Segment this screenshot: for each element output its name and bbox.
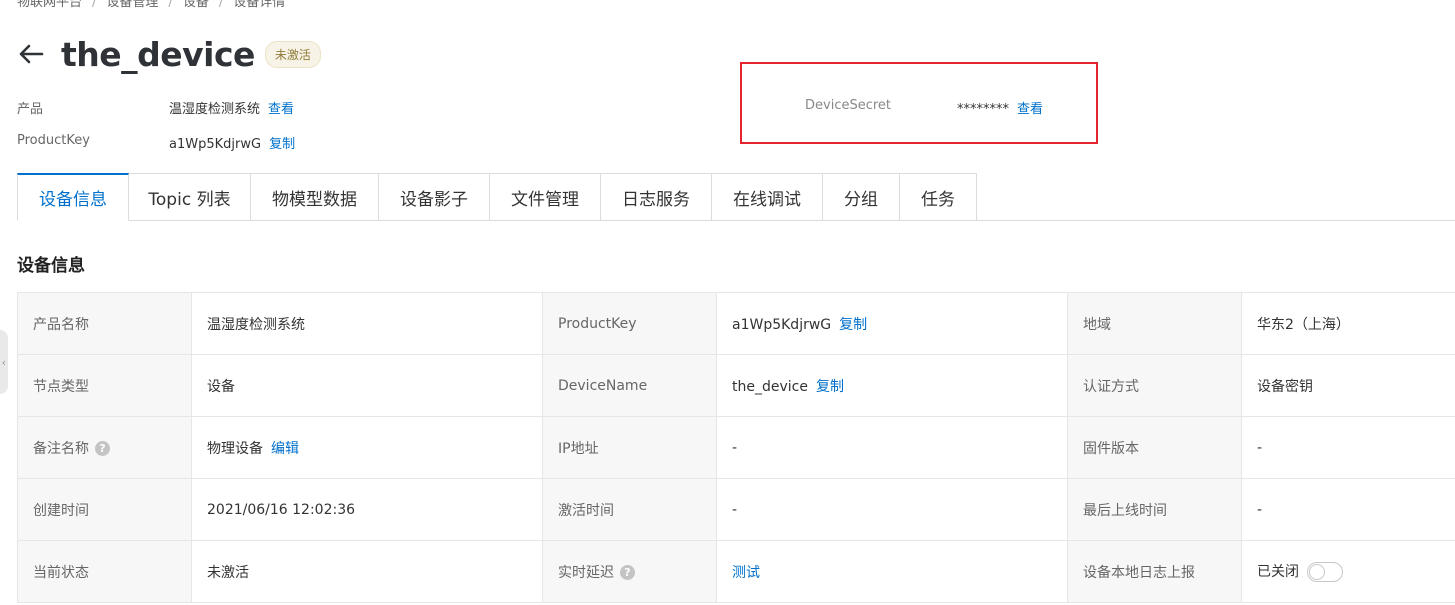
cell-value: - bbox=[716, 416, 1068, 479]
log-report-toggle[interactable] bbox=[1307, 562, 1343, 582]
table-row: 当前状态 未激活 实时延迟? 测试 设备本地日志上报 已关闭 bbox=[17, 540, 1455, 603]
cell-key: 最后上线时间 bbox=[1067, 478, 1242, 541]
question-circle-icon[interactable]: ? bbox=[620, 565, 635, 580]
product-value: 温湿度检测系统 bbox=[169, 102, 261, 117]
breadcrumb-item[interactable]: 设备管理 bbox=[106, 0, 158, 10]
meta-productkey: ProductKey bbox=[17, 133, 90, 148]
tab-topic-list[interactable]: Topic 列表 bbox=[129, 173, 251, 221]
productkey-label: ProductKey bbox=[17, 133, 90, 148]
table-row: 备注名称? 物理设备 编辑 IP地址 - 固件版本 - bbox=[17, 416, 1455, 479]
cell-value: 已关闭 bbox=[1241, 540, 1455, 603]
cell-value: a1Wp5KdjrwG 复制 bbox=[716, 292, 1068, 355]
remark-edit-button[interactable]: 编辑 bbox=[271, 441, 299, 457]
product-label: 产品 bbox=[17, 102, 44, 117]
cell-value: 物理设备 编辑 bbox=[191, 416, 543, 479]
arrow-left-icon[interactable] bbox=[17, 40, 45, 68]
section-title: 设备信息 bbox=[17, 256, 85, 276]
cell-value: the_device 复制 bbox=[716, 354, 1068, 417]
cell-value: 设备密钥 bbox=[1241, 354, 1455, 417]
tab-log-service[interactable]: 日志服务 bbox=[601, 173, 712, 221]
remark-value: 物理设备 bbox=[207, 440, 263, 457]
cell-value: 华东2（上海） bbox=[1241, 292, 1455, 355]
productkey-value: a1Wp5KdjrwG bbox=[169, 137, 262, 152]
cell-key: 当前状态 bbox=[17, 540, 192, 603]
toggle-knob bbox=[1309, 564, 1325, 580]
breadcrumb-item[interactable]: 物联网平台 bbox=[17, 0, 82, 10]
question-circle-icon[interactable]: ? bbox=[95, 441, 110, 456]
cell-value: 温湿度检测系统 bbox=[191, 292, 543, 355]
product-view-link[interactable]: 查看 bbox=[268, 102, 294, 117]
tab-file-management[interactable]: 文件管理 bbox=[490, 173, 601, 221]
table-row: 创建时间 2021/06/16 12:02:36 激活时间 - 最后上线时间 - bbox=[17, 478, 1455, 541]
productkey-copy-link[interactable]: 复制 bbox=[269, 137, 295, 152]
latency-label: 实时延迟 bbox=[558, 564, 614, 581]
cell-key: IP地址 bbox=[542, 416, 717, 479]
devicename-cell-value: the_device bbox=[732, 378, 808, 395]
meta-productkey-value: a1Wp5KdjrwG 复制 bbox=[169, 133, 295, 152]
chevron-left-icon[interactable]: ‹ bbox=[0, 330, 8, 394]
productkey-copy-button[interactable]: 复制 bbox=[839, 317, 867, 333]
remark-label: 备注名称 bbox=[33, 440, 89, 457]
cell-value: 未激活 bbox=[191, 540, 543, 603]
tab-online-debug[interactable]: 在线调试 bbox=[712, 173, 823, 221]
cell-value: - bbox=[716, 478, 1068, 541]
tab-jobs[interactable]: 任务 bbox=[900, 173, 977, 221]
productkey-cell-value: a1Wp5KdjrwG bbox=[732, 316, 832, 333]
table-row: 节点类型 设备 DeviceName the_device 复制 认证方式 设备密… bbox=[17, 354, 1455, 417]
highlight-box bbox=[740, 62, 1098, 144]
cell-key: 备注名称? bbox=[17, 416, 192, 479]
breadcrumb: 物联网平台 / 设备管理 / 设备 / 设备详情 bbox=[17, 0, 285, 10]
tab-device-shadow[interactable]: 设备影子 bbox=[379, 173, 490, 221]
latency-test-button[interactable]: 测试 bbox=[732, 565, 760, 581]
cell-value: 2021/06/16 12:02:36 bbox=[191, 478, 543, 541]
device-info-table: 产品名称 温湿度检测系统 ProductKey a1Wp5KdjrwG 复制 地域… bbox=[17, 292, 1455, 603]
cell-key: 创建时间 bbox=[17, 478, 192, 541]
page-header: the_device 未激活 bbox=[17, 33, 321, 75]
cell-key: 设备本地日志上报 bbox=[1067, 540, 1242, 603]
log-report-status: 已关闭 bbox=[1257, 564, 1299, 580]
cell-key: 实时延迟? bbox=[542, 540, 717, 603]
cell-key: 认证方式 bbox=[1067, 354, 1242, 417]
tab-tsl-data[interactable]: 物模型数据 bbox=[251, 173, 379, 221]
cell-value: - bbox=[1241, 478, 1455, 541]
meta-product-value: 温湿度检测系统 查看 bbox=[169, 98, 294, 117]
cell-key: 固件版本 bbox=[1067, 416, 1242, 479]
cell-key: 节点类型 bbox=[17, 354, 192, 417]
table-row: 产品名称 温湿度检测系统 ProductKey a1Wp5KdjrwG 复制 地域… bbox=[17, 292, 1455, 355]
cell-key: 产品名称 bbox=[17, 292, 192, 355]
status-badge: 未激活 bbox=[264, 40, 321, 68]
breadcrumb-item[interactable]: 设备 bbox=[183, 0, 209, 10]
page-title: the_device bbox=[61, 34, 255, 74]
cell-key: 激活时间 bbox=[542, 478, 717, 541]
tab-device-info[interactable]: 设备信息 bbox=[17, 173, 129, 221]
cell-value: - bbox=[1241, 416, 1455, 479]
meta-product: 产品 bbox=[17, 98, 43, 117]
breadcrumb-item: 设备详情 bbox=[233, 0, 286, 10]
cell-key: 地域 bbox=[1067, 292, 1242, 355]
devicename-copy-button[interactable]: 复制 bbox=[816, 379, 844, 395]
cell-value: 设备 bbox=[191, 354, 543, 417]
tab-bar: 设备信息 Topic 列表 物模型数据 设备影子 文件管理 日志服务 在线调试 … bbox=[17, 173, 977, 221]
tab-group[interactable]: 分组 bbox=[823, 173, 900, 221]
cell-key: DeviceName bbox=[542, 354, 717, 417]
cell-key: ProductKey bbox=[542, 292, 717, 355]
cell-value: 测试 bbox=[716, 540, 1068, 603]
